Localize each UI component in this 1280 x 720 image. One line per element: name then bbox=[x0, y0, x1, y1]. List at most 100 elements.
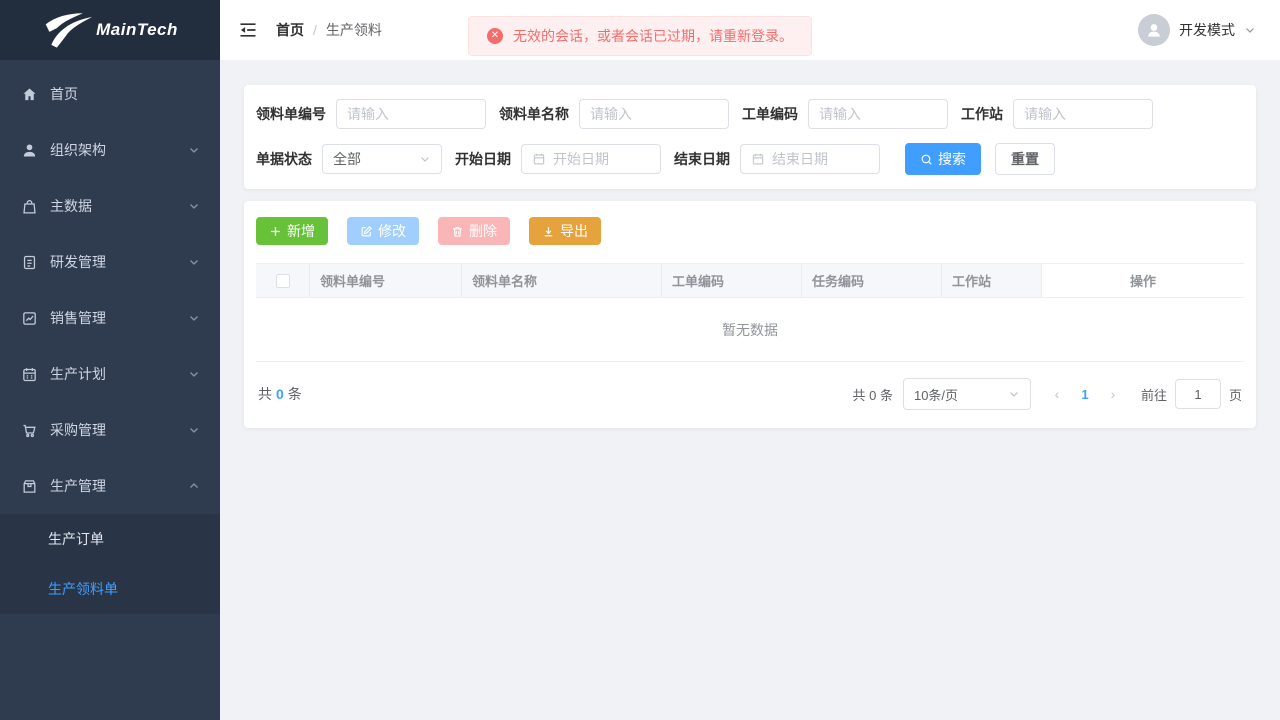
column-header-picking-code: 领料单编号 bbox=[310, 264, 462, 298]
chevron-down-icon bbox=[419, 153, 431, 165]
picking-name-input[interactable] bbox=[590, 100, 718, 128]
filter-label: 工单编码 bbox=[742, 104, 798, 124]
sidebar: MainTech 首页 组织架构 主数据 bbox=[0, 0, 220, 720]
sidebar-item-production-order[interactable]: 生产订单 bbox=[0, 514, 220, 564]
pagination-controls: 共 0 条 10条/页 ‹ 1 › 前往 页 bbox=[853, 378, 1243, 410]
page-size-select[interactable]: 10条/页 bbox=[903, 378, 1031, 410]
sidebar-item-organization[interactable]: 组织架构 bbox=[0, 122, 220, 178]
filter-row-2: 单据状态 全部 开始日期 bbox=[256, 143, 1244, 175]
column-header-picking-name: 领料单名称 bbox=[462, 264, 662, 298]
filter-card: 领料单编号 领料单名称 工单编码 工作站 单据状态 bbox=[244, 85, 1256, 189]
sidebar-item-production-plan[interactable]: 生产计划 bbox=[0, 346, 220, 402]
sidebar-item-label: 采购管理 bbox=[50, 420, 106, 440]
next-page-button[interactable]: › bbox=[1099, 386, 1127, 402]
sidebar-fold-icon[interactable] bbox=[238, 19, 260, 41]
workstation-input[interactable] bbox=[1024, 100, 1142, 128]
brand-name: MainTech bbox=[96, 20, 178, 40]
filter-row-1: 领料单编号 领料单名称 工单编码 工作站 bbox=[256, 99, 1244, 129]
total-count: 0 bbox=[272, 386, 288, 402]
sidebar-item-label: 生产管理 bbox=[50, 476, 106, 496]
sidebar-item-master-data[interactable]: 主数据 bbox=[0, 178, 220, 234]
reset-button[interactable]: 重置 bbox=[995, 143, 1055, 175]
goto-label: 前往 bbox=[1141, 385, 1167, 404]
search-button[interactable]: 搜索 bbox=[905, 143, 981, 175]
breadcrumb: 首页 / 生产领料 bbox=[276, 20, 382, 40]
package-icon bbox=[20, 477, 38, 495]
avatar bbox=[1138, 14, 1170, 46]
filter-end-date: 结束日期 bbox=[674, 144, 880, 174]
user-icon bbox=[20, 141, 38, 159]
breadcrumb-current: 生产领料 bbox=[326, 20, 382, 40]
error-toast: ✕ 无效的会话，或者会话已过期，请重新登录。 bbox=[468, 16, 812, 56]
filter-label: 单据状态 bbox=[256, 149, 312, 169]
total-count-left: 共0条 bbox=[258, 384, 302, 404]
delete-button-label: 删除 bbox=[469, 221, 497, 241]
filter-workstation: 工作站 bbox=[961, 99, 1153, 129]
download-icon bbox=[542, 225, 555, 238]
filter-label: 领料单编号 bbox=[256, 104, 326, 124]
chevron-down-icon bbox=[188, 256, 200, 268]
sidebar-item-label: 销售管理 bbox=[50, 308, 106, 328]
filter-label: 领料单名称 bbox=[499, 104, 569, 124]
select-all-cell bbox=[256, 264, 310, 298]
submenu-item-label: 生产订单 bbox=[48, 529, 104, 549]
column-header-actions: 操作 bbox=[1042, 264, 1244, 298]
submenu-item-label: 生产领料单 bbox=[48, 579, 118, 599]
reset-button-label: 重置 bbox=[1011, 149, 1039, 169]
table-header-row: 领料单编号 领料单名称 工单编码 任务编码 工作站 操作 bbox=[256, 264, 1244, 298]
prev-page-button[interactable]: ‹ bbox=[1043, 386, 1071, 402]
goto-suffix: 页 bbox=[1229, 385, 1242, 404]
goto-page-input[interactable] bbox=[1175, 379, 1221, 409]
trash-icon bbox=[451, 225, 464, 238]
chevron-down-icon bbox=[188, 424, 200, 436]
sidebar-item-label: 研发管理 bbox=[50, 252, 106, 272]
home-icon bbox=[20, 85, 38, 103]
workorder-code-input[interactable] bbox=[819, 100, 937, 128]
breadcrumb-home[interactable]: 首页 bbox=[276, 20, 304, 40]
sidebar-menu: 首页 组织架构 主数据 研发管理 bbox=[0, 60, 220, 614]
select-all-checkbox[interactable] bbox=[276, 274, 290, 288]
filter-label: 开始日期 bbox=[455, 149, 511, 169]
chevron-down-icon bbox=[1244, 24, 1256, 36]
column-header-workstation: 工作站 bbox=[942, 264, 1042, 298]
sidebar-item-purchasing[interactable]: 采购管理 bbox=[0, 402, 220, 458]
edit-button-label: 修改 bbox=[378, 221, 406, 241]
sidebar-item-rnd[interactable]: 研发管理 bbox=[0, 234, 220, 290]
delete-button[interactable]: 删除 bbox=[438, 217, 510, 245]
edit-icon bbox=[360, 225, 373, 238]
total-suffix: 条 bbox=[288, 386, 302, 402]
production-submenu: 生产订单 生产领料单 bbox=[0, 514, 220, 614]
sidebar-item-home[interactable]: 首页 bbox=[0, 66, 220, 122]
edit-button[interactable]: 修改 bbox=[347, 217, 419, 245]
start-date-input[interactable] bbox=[553, 145, 650, 173]
add-button[interactable]: 新增 bbox=[256, 217, 328, 245]
current-page[interactable]: 1 bbox=[1071, 387, 1099, 402]
user-menu[interactable]: 开发模式 bbox=[1138, 14, 1256, 46]
sidebar-item-sales[interactable]: 销售管理 bbox=[0, 290, 220, 346]
plus-icon bbox=[269, 225, 282, 238]
chevron-down-icon bbox=[188, 144, 200, 156]
status-select[interactable]: 全部 bbox=[322, 144, 442, 174]
sidebar-item-label: 生产计划 bbox=[50, 364, 106, 384]
pagination: 共0条 共 0 条 10条/页 ‹ 1 › 前往 页 bbox=[256, 362, 1244, 414]
picking-code-input[interactable] bbox=[347, 100, 475, 128]
export-button[interactable]: 导出 bbox=[529, 217, 601, 245]
chevron-down-icon bbox=[188, 368, 200, 380]
filter-picking-code: 领料单编号 bbox=[256, 99, 486, 129]
sidebar-item-production-mgmt[interactable]: 生产管理 bbox=[0, 458, 220, 514]
trend-chart-icon bbox=[20, 309, 38, 327]
document-icon bbox=[20, 253, 38, 271]
end-date-input[interactable] bbox=[772, 145, 869, 173]
column-header-task-code: 任务编码 bbox=[802, 264, 942, 298]
filter-label: 工作站 bbox=[961, 104, 1003, 124]
calendar-icon bbox=[532, 152, 546, 166]
column-header-workorder-code: 工单编码 bbox=[662, 264, 802, 298]
calendar-icon bbox=[751, 152, 765, 166]
sidebar-item-production-picking[interactable]: 生产领料单 bbox=[0, 564, 220, 614]
export-button-label: 导出 bbox=[560, 221, 588, 241]
data-table: 领料单编号 领料单名称 工单编码 任务编码 工作站 操作 暂无数据 bbox=[256, 263, 1244, 362]
chevron-up-icon bbox=[188, 480, 200, 492]
add-button-label: 新增 bbox=[287, 221, 315, 241]
filter-status: 单据状态 全部 bbox=[256, 144, 442, 174]
brand-logo[interactable]: MainTech bbox=[0, 0, 220, 60]
